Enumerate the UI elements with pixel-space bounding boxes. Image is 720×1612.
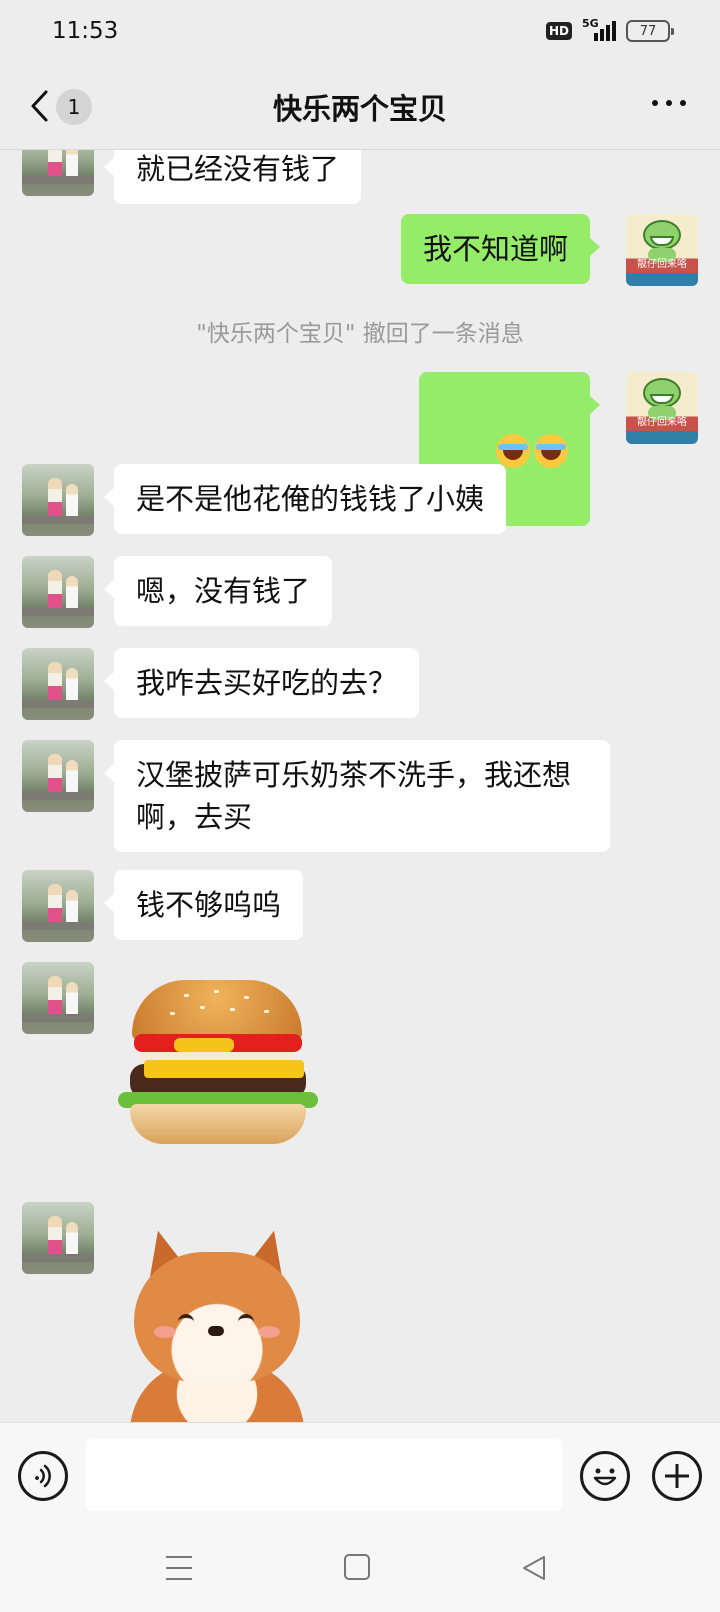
message-row: 靓仔回来咯 <box>0 372 720 526</box>
chat-header: 1 快乐两个宝贝 <box>0 64 720 150</box>
message-row: 我不知道啊 靓仔回来咯 <box>0 214 720 286</box>
avatar-caption: 靓仔回来咯 <box>637 259 687 270</box>
network-type: 5G <box>582 17 599 30</box>
message-bubble[interactable]: 嗯，没有钱了 <box>103 556 333 626</box>
avatar-caption: 靓仔回来咯 <box>637 417 687 428</box>
contact-avatar[interactable] <box>22 962 94 1034</box>
input-bar <box>0 1422 720 1526</box>
message-row <box>0 1202 720 1422</box>
message-row: 就已经没有钱了 <box>0 150 720 204</box>
hd-icon: HD <box>545 22 572 40</box>
menu-icon[interactable] <box>166 1556 192 1580</box>
tears-of-joy-emoji <box>534 434 568 468</box>
battery-icon: 77 <box>626 20 674 42</box>
message-list[interactable]: 就已经没有钱了 我不知道啊 靓仔回来咯 "快乐两个宝贝" 撤回了一条消息 靓仔回… <box>0 150 720 1422</box>
chat-title: 快乐两个宝贝 <box>272 92 447 126</box>
message-row: 是不是他花俺的钱钱了小姨 <box>0 464 720 536</box>
message-bubble-self[interactable]: 我不知道啊 <box>400 214 601 284</box>
message-row: 钱不够呜呜 <box>0 870 720 942</box>
status-bar: 11:53 HD 5G 77 <box>0 0 720 64</box>
voice-icon[interactable] <box>18 1451 68 1501</box>
message-row <box>0 962 720 1182</box>
message-bubble[interactable]: 是不是他花俺的钱钱了小姨 <box>103 464 507 534</box>
message-row: 我咋去买好吃的去？ <box>0 648 720 720</box>
self-avatar[interactable]: 靓仔回来咯 <box>626 214 698 286</box>
status-icons: HD 5G 77 <box>545 17 674 42</box>
message-bubble[interactable]: 就已经没有钱了 <box>103 150 362 204</box>
message-row: 嗯，没有钱了 <box>0 556 720 628</box>
contact-avatar[interactable] <box>22 740 94 812</box>
message-bubble[interactable]: 汉堡披萨可乐奶茶不洗手，我还想 啊，去买 <box>104 740 610 852</box>
contact-avatar[interactable] <box>22 870 94 942</box>
battery-level: 77 <box>639 23 657 39</box>
home-icon[interactable] <box>344 1554 370 1580</box>
signal-icon: 5G <box>582 17 616 41</box>
message-bubble[interactable]: 钱不够呜呜 <box>103 870 304 940</box>
system-nav-bar <box>0 1526 720 1612</box>
tears-of-joy-emoji <box>496 434 530 468</box>
contact-avatar[interactable] <box>22 648 94 720</box>
plus-icon[interactable] <box>652 1451 702 1501</box>
back-triangle-icon[interactable] <box>520 1554 548 1582</box>
contact-avatar[interactable] <box>22 556 94 628</box>
sad-shiba-dog-sticker[interactable] <box>122 1222 312 1422</box>
smiley-icon[interactable] <box>580 1451 630 1501</box>
contact-avatar[interactable] <box>22 1202 94 1274</box>
hamburger-sticker[interactable] <box>114 980 324 1150</box>
message-row: 汉堡披萨可乐奶茶不洗手，我还想 啊，去买 <box>0 740 720 852</box>
message-bubble[interactable]: 我咋去买好吃的去？ <box>103 648 420 718</box>
recall-notice: "快乐两个宝贝" 撤回了一条消息 <box>196 321 524 347</box>
status-time: 11:53 <box>52 18 119 44</box>
more-horizontal-icon[interactable] <box>652 100 686 106</box>
self-avatar[interactable]: 靓仔回来咯 <box>626 372 698 444</box>
message-input[interactable] <box>86 1439 562 1511</box>
contact-avatar[interactable] <box>22 464 94 536</box>
contact-avatar[interactable] <box>22 150 94 196</box>
